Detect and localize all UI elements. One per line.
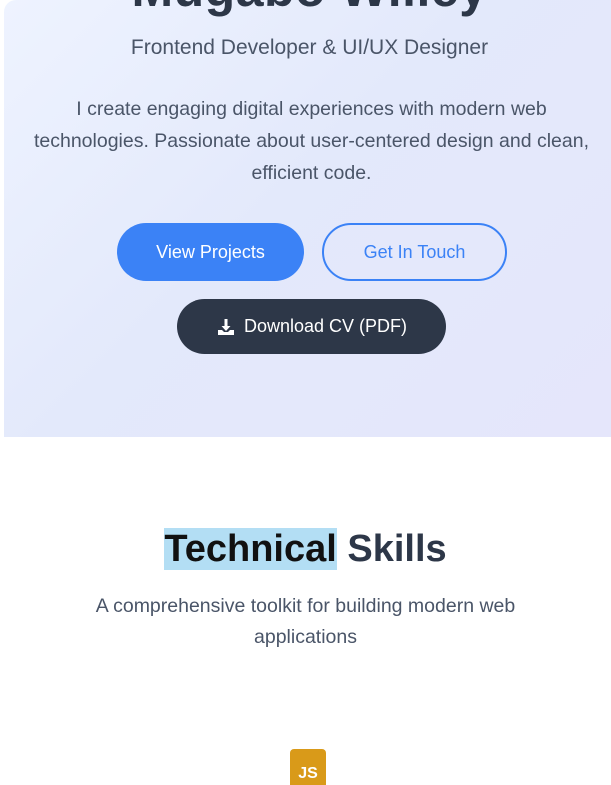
js-badge-label: JS <box>298 765 318 782</box>
get-in-touch-button[interactable]: Get In Touch <box>322 223 507 281</box>
get-in-touch-label: Get In Touch <box>363 241 466 262</box>
skills-title-highlight: Technical <box>164 528 337 570</box>
download-icon <box>216 317 236 337</box>
hero-section: Mugabo Willey Frontend Developer & UI/UX… <box>4 0 611 437</box>
hero-description: I create engaging digital experiences wi… <box>33 98 590 184</box>
download-cv-label: Download CV (PDF) <box>243 316 408 336</box>
skills-title-rest: Skills <box>336 528 447 570</box>
page: Mugabo Willey Frontend Developer & UI/UX… <box>0 0 611 785</box>
javascript-icon: JS <box>290 749 326 785</box>
hero-role: Frontend Developer & UI/UX Designer <box>130 36 489 59</box>
download-cv-button[interactable]: Download CV (PDF) <box>177 299 446 354</box>
hero-name: Mugabo Willey <box>4 0 611 18</box>
skills-subtitle: A comprehensive toolkit for building mod… <box>95 595 516 648</box>
view-projects-label: View Projects <box>156 241 265 262</box>
skills-title: Technical Skills <box>0 524 611 574</box>
view-projects-button[interactable]: View Projects <box>117 223 304 281</box>
